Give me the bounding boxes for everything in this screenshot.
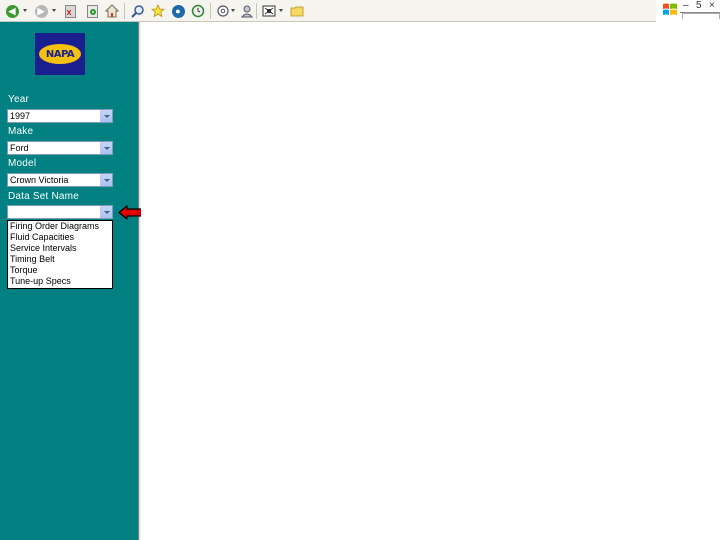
data-set-dropdown-list: Firing Order Diagrams Fluid Capacities S…	[7, 220, 113, 289]
chrome-frame	[682, 13, 720, 19]
refresh-icon[interactable]	[84, 3, 100, 19]
make-select-value: Ford	[10, 143, 29, 153]
chevron-down-icon[interactable]	[100, 142, 112, 154]
toolbar-separator	[124, 3, 125, 19]
browser-toolbar: ◀ ▶ x ●	[0, 0, 656, 22]
model-label: Model	[8, 158, 37, 169]
napa-logo-text: NAPA	[45, 48, 75, 60]
forward-icon[interactable]: ▶	[33, 3, 49, 19]
model-select[interactable]: Crown Victoria	[7, 173, 113, 187]
window-chrome: – 5 ×	[656, 0, 720, 22]
toolbar-separator	[210, 3, 211, 19]
windows-logo-icon	[662, 2, 678, 18]
dropdown-option-timing-belt[interactable]: Timing Belt	[8, 254, 112, 265]
back-dropdown-icon[interactable]	[23, 9, 27, 12]
chevron-down-icon[interactable]	[100, 206, 112, 218]
year-select-value: 1997	[10, 111, 31, 121]
dropdown-option-fluid-capacities[interactable]: Fluid Capacities	[8, 232, 112, 243]
edit-dropdown-icon[interactable]	[279, 9, 283, 12]
mail-dropdown-icon[interactable]	[231, 9, 235, 12]
dropdown-option-torque[interactable]: Torque	[8, 265, 112, 276]
data-set-name-label: Data Set Name	[8, 191, 79, 202]
main-content-frame	[141, 22, 720, 540]
minimize-button[interactable]: –	[683, 0, 689, 11]
napa-logo: NAPA	[35, 33, 85, 75]
year-select[interactable]: 1997	[7, 109, 113, 123]
dropdown-option-tune-up-specs[interactable]: Tune-up Specs	[8, 276, 112, 287]
print-icon[interactable]	[239, 3, 255, 19]
make-select[interactable]: Ford	[7, 141, 113, 155]
history-icon[interactable]	[190, 3, 206, 19]
favorites-icon[interactable]	[150, 3, 166, 19]
data-set-name-select[interactable]	[7, 205, 113, 219]
chevron-down-icon[interactable]	[100, 174, 112, 186]
year-label: Year	[8, 94, 30, 105]
napa-logo-oval: NAPA	[39, 44, 81, 64]
back-icon[interactable]: ◀	[4, 3, 20, 19]
folder-icon[interactable]	[289, 3, 305, 19]
chevron-down-icon[interactable]	[100, 110, 112, 122]
dropdown-option-service-intervals[interactable]: Service Intervals	[8, 243, 112, 254]
close-button[interactable]: ×	[709, 0, 715, 11]
mail-icon[interactable]	[215, 3, 231, 19]
stop-icon[interactable]: x	[62, 3, 78, 19]
home-icon[interactable]	[104, 3, 120, 19]
toolbar-separator	[256, 3, 257, 19]
media-icon[interactable]: ●	[170, 3, 186, 19]
search-icon[interactable]	[130, 3, 146, 19]
edit-icon[interactable]	[261, 3, 277, 19]
make-label: Make	[8, 126, 34, 137]
model-select-value: Crown Victoria	[10, 175, 69, 185]
restore-button[interactable]: 5	[696, 0, 702, 11]
dropdown-option-firing-order[interactable]: Firing Order Diagrams	[8, 221, 112, 232]
forward-dropdown-icon[interactable]	[52, 9, 56, 12]
